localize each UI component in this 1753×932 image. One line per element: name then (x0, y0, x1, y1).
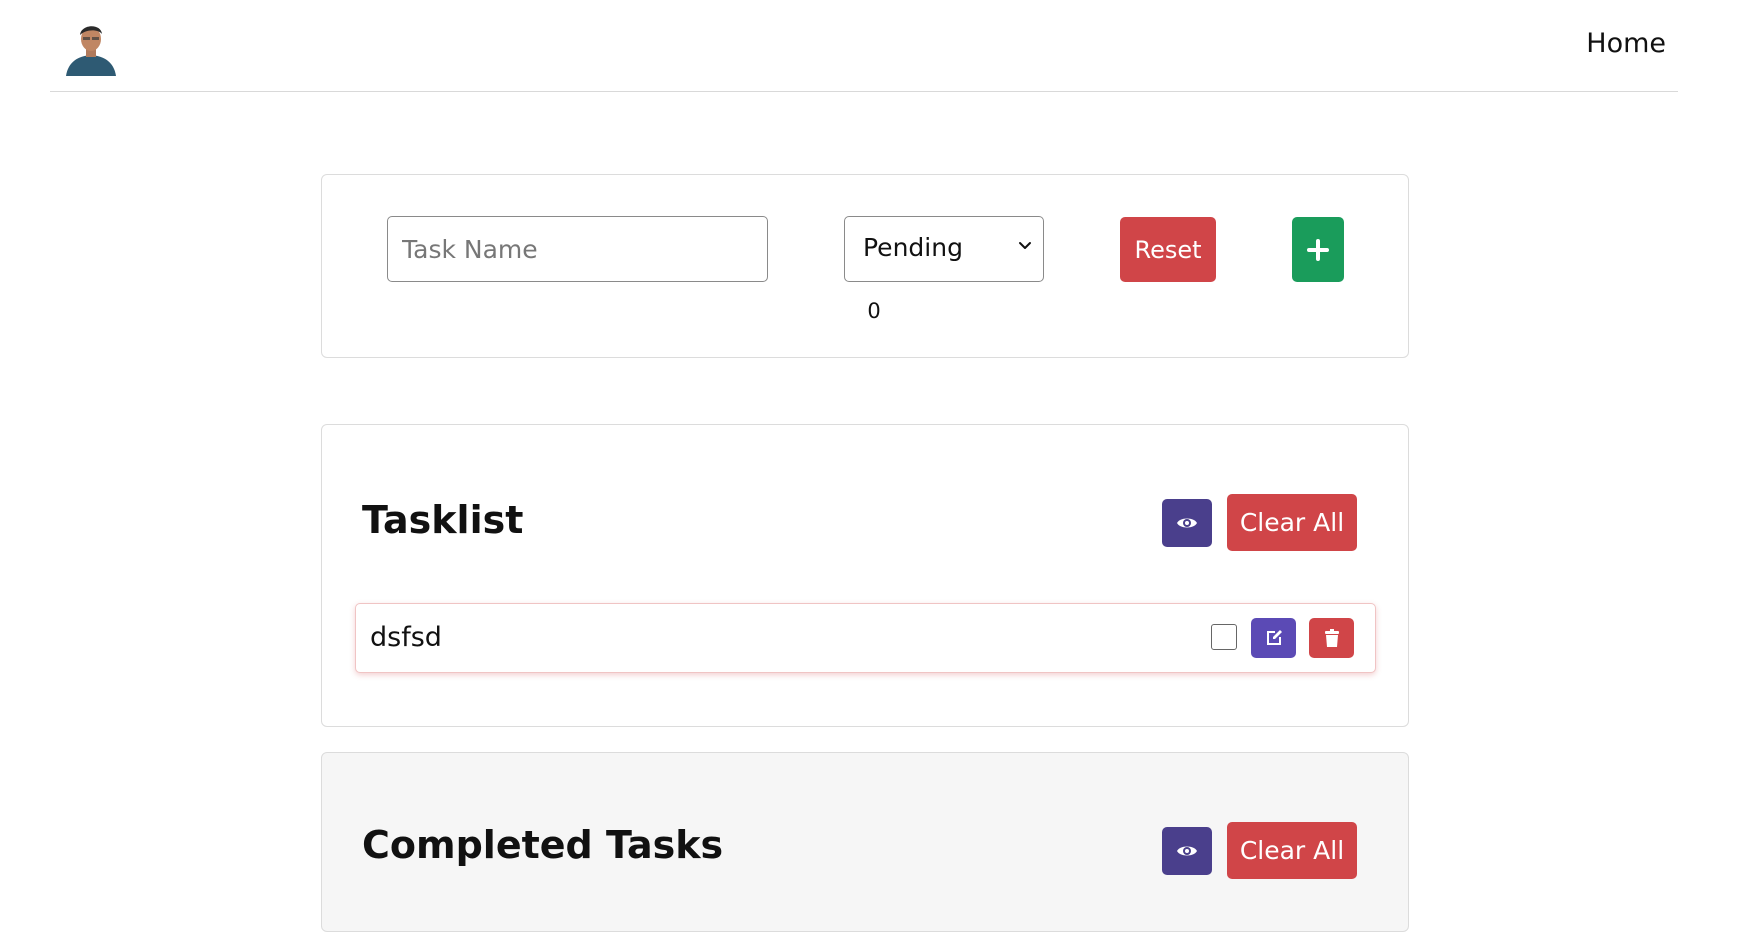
tasklist-clear-all-button[interactable]: Clear All (1227, 494, 1357, 551)
task-item-name: dsfsd (370, 622, 442, 653)
task-counter: 0 (867, 299, 881, 323)
profile-avatar[interactable] (64, 18, 118, 76)
status-select[interactable]: Pending (844, 216, 1044, 282)
tasklist-card: Tasklist Clear All dsfsd (321, 424, 1409, 727)
task-list-item: dsfsd (355, 603, 1376, 673)
nav-home-link[interactable]: Home (1586, 28, 1666, 59)
edit-icon (1266, 630, 1282, 645)
completed-view-button[interactable] (1162, 827, 1212, 875)
eye-icon (1177, 518, 1197, 528)
plus-icon (1307, 238, 1329, 261)
tasklist-title: Tasklist (362, 498, 524, 542)
reset-button[interactable]: Reset (1120, 217, 1216, 282)
tasklist-view-button[interactable] (1162, 499, 1212, 547)
task-form-card: Pending 0 Reset (321, 174, 1409, 358)
completed-tasks-card: Completed Tasks Clear All (321, 752, 1409, 932)
add-task-button[interactable] (1292, 217, 1344, 282)
trash-icon (1324, 629, 1339, 647)
status-select-value: Pending (863, 233, 963, 262)
chevron-down-icon (1019, 242, 1031, 249)
task-complete-checkbox[interactable] (1211, 624, 1237, 650)
task-delete-button[interactable] (1309, 618, 1354, 658)
task-edit-button[interactable] (1251, 618, 1296, 658)
task-name-input[interactable] (387, 216, 768, 282)
completed-clear-all-button[interactable]: Clear All (1227, 822, 1357, 879)
navbar: Home (50, 0, 1678, 92)
eye-icon (1177, 846, 1197, 856)
completed-tasks-title: Completed Tasks (362, 823, 724, 867)
